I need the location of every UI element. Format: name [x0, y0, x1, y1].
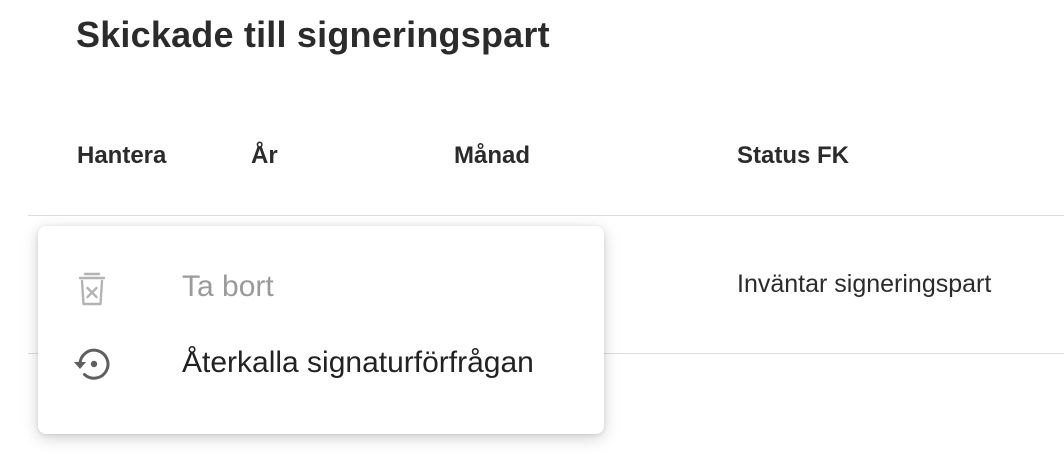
menu-item-delete[interactable]: Ta bort [38, 242, 604, 330]
column-header-manad: Månad [454, 142, 531, 169]
page: Skickade till signeringspart Hantera År … [0, 0, 1064, 462]
restore-history-icon [70, 342, 114, 386]
column-header-ar: År [251, 142, 278, 169]
context-menu: Ta bort Återkalla signaturförfrågan [38, 226, 604, 434]
section-title: Skickade till signeringspart [76, 14, 550, 55]
menu-item-delete-label: Ta bort [182, 270, 274, 303]
column-header-status-fk: Status FK [737, 142, 850, 169]
menu-item-revoke-label: Återkalla signaturförfrågan [182, 346, 534, 379]
status-fk-cell: Inväntar signeringspart [737, 270, 992, 298]
column-header-hantera: Hantera [77, 142, 167, 169]
table-header: Hantera År Månad Status FK [0, 142, 1064, 176]
menu-item-revoke-signature-request[interactable]: Återkalla signaturförfrågan [38, 330, 604, 418]
trash-icon [70, 266, 114, 310]
